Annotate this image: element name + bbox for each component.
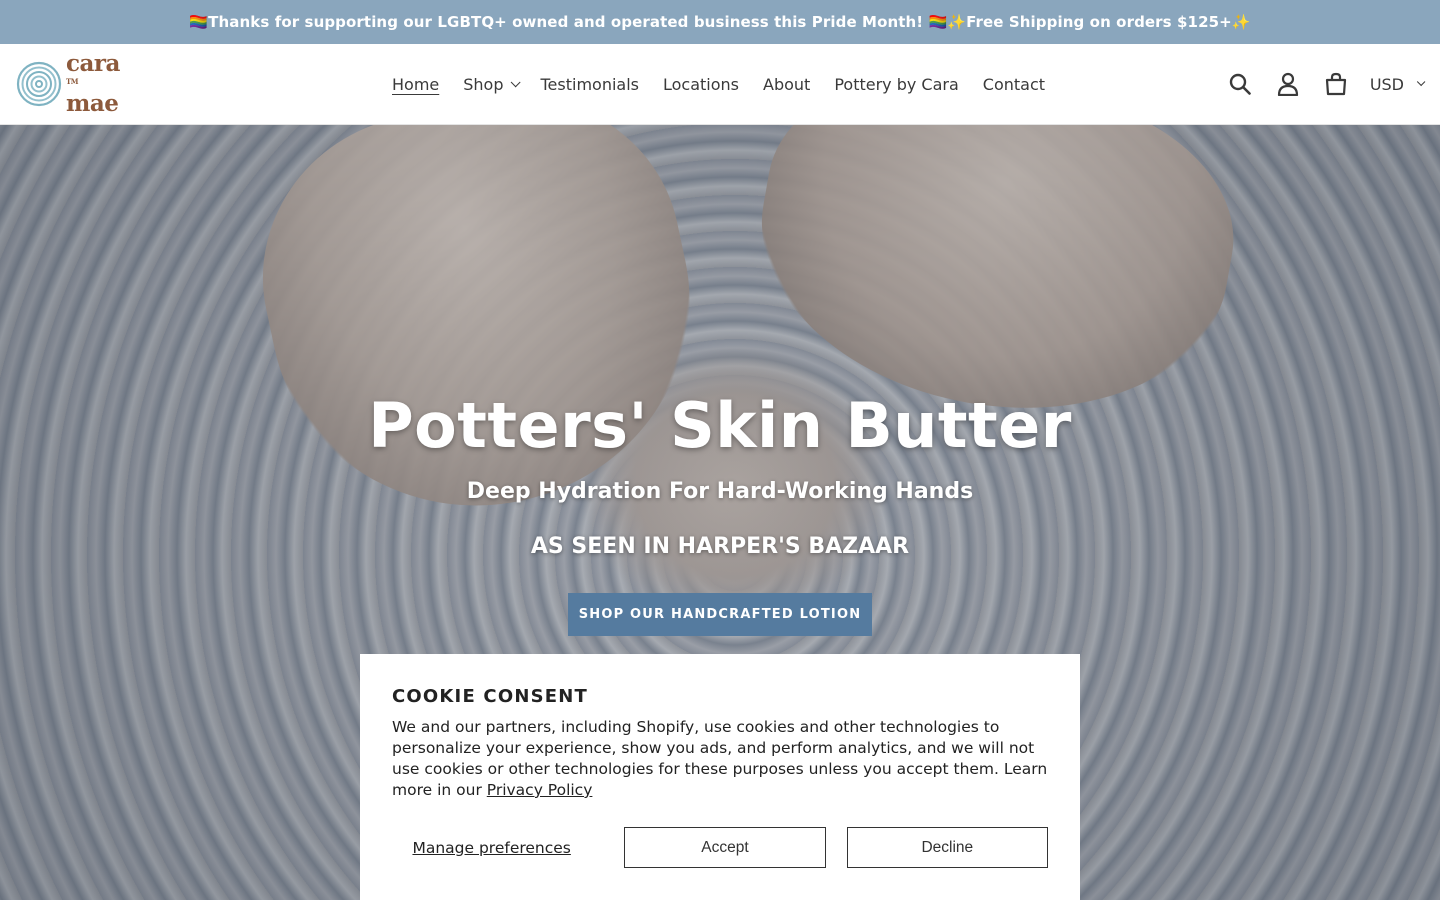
nav-home-label: Home [392, 74, 440, 94]
account-icon[interactable] [1276, 72, 1300, 96]
cookie-actions: Manage preferences Accept Decline [392, 827, 1048, 868]
nav-testimonials[interactable]: Testimonials [529, 75, 652, 94]
announcement-text: 🏳️‍🌈Thanks for supporting our LGBTQ+ own… [189, 13, 1251, 31]
currency-value: USD [1369, 74, 1404, 94]
accept-button[interactable]: Accept [624, 827, 826, 868]
nav-home[interactable]: Home [380, 75, 451, 94]
logo-line-2: mae [66, 90, 119, 117]
swirl-logo-icon [16, 61, 62, 107]
manage-preferences-link[interactable]: Manage preferences [392, 839, 591, 857]
nav-locations-label: Locations [663, 74, 740, 94]
search-icon[interactable] [1228, 72, 1252, 96]
hero-press-mention: AS SEEN IN HARPER'S BAZAAR [530, 534, 910, 559]
site-header: cara TM mae Home Shop Testimonials Locati… [0, 44, 1440, 125]
hero-title: Potters' Skin Butter [368, 389, 1072, 462]
logo-trademark: TM [66, 77, 78, 86]
main-nav: Home Shop Testimonials Locations About P… [380, 44, 1057, 124]
cookie-text: We and our partners, including Shopify, … [392, 717, 1048, 801]
nav-testimonials-label: Testimonials [540, 74, 640, 94]
decline-button[interactable]: Decline [846, 827, 1048, 868]
shop-lotion-button[interactable]: SHOP OUR HANDCRAFTED LOTION [568, 593, 872, 636]
nav-locations[interactable]: Locations [651, 75, 751, 94]
nav-about-label: About [763, 74, 811, 94]
nav-shop-label: Shop [463, 74, 504, 94]
announcement-bar: 🏳️‍🌈Thanks for supporting our LGBTQ+ own… [0, 0, 1440, 44]
nav-pottery-by-cara[interactable]: Pottery by Cara [822, 75, 970, 94]
currency-selector[interactable]: USD [1369, 74, 1426, 94]
cookie-title: COOKIE CONSENT [392, 686, 589, 707]
nav-about[interactable]: About [751, 75, 822, 94]
chevron-down-icon [1416, 77, 1426, 87]
nav-contact-label: Contact [982, 74, 1046, 94]
nav-shop[interactable]: Shop [451, 75, 528, 94]
cookie-consent-dialog: COOKIE CONSENT We and our partners, incl… [360, 654, 1080, 900]
logo[interactable]: cara TM mae [16, 52, 140, 115]
cart-icon[interactable] [1324, 72, 1348, 96]
logo-wordmark: cara TM mae [66, 50, 120, 117]
header-actions: USD [1204, 44, 1426, 124]
nav-pottery-label: Pottery by Cara [834, 74, 959, 94]
nav-contact[interactable]: Contact [971, 75, 1057, 94]
logo-line-1: cara [66, 50, 120, 77]
hero-subtitle: Deep Hydration For Hard-Working Hands [466, 479, 974, 504]
chevron-down-icon [510, 76, 521, 87]
privacy-policy-link[interactable]: Privacy Policy [487, 781, 593, 799]
